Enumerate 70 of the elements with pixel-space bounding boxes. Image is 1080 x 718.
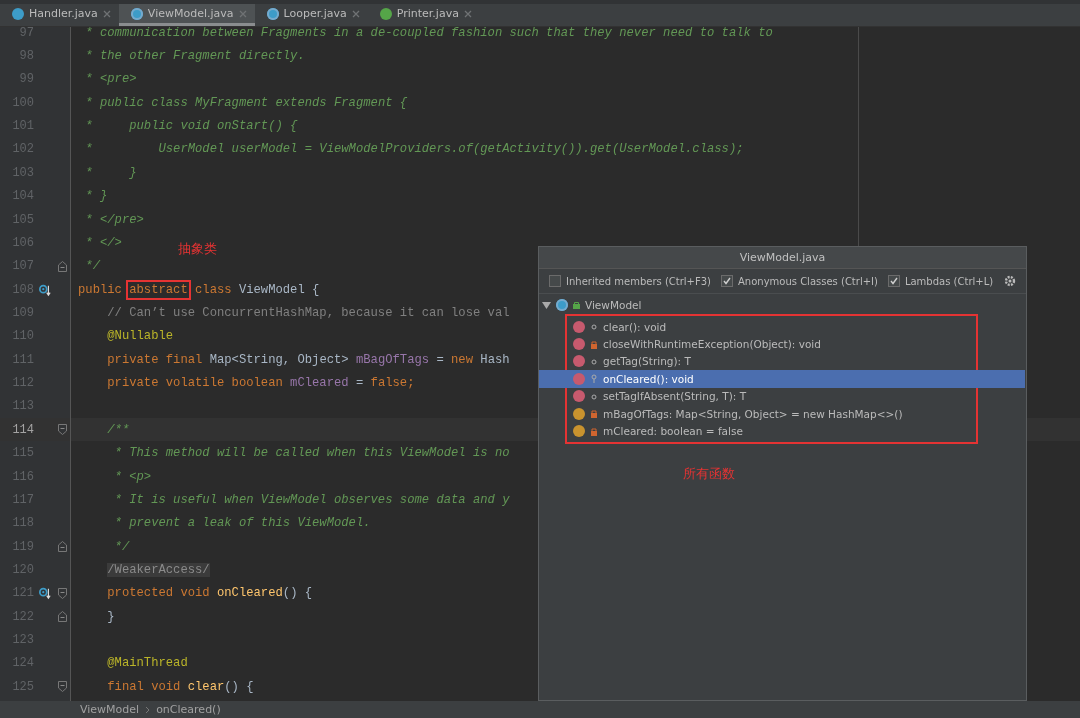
popup-title: ViewModel.java [739, 251, 826, 264]
code-line: * the other Fragment directly. [85, 49, 305, 64]
member-item[interactable]: mBagOfTags: Map<String, Object> = new HashMap<>() [539, 404, 1025, 423]
expand-icon[interactable] [542, 300, 551, 310]
class-icon [556, 299, 568, 311]
unlock-icon [573, 301, 580, 309]
code-line: // Can’t use ConcurrentHashMap, because it can lose val [107, 306, 510, 320]
member-item[interactable]: getTag(String): T [539, 352, 1025, 371]
code-line: private final Map<String, Object> mBagOfTags = new Hash [107, 352, 510, 367]
field-icon [573, 407, 585, 420]
method-icon [573, 355, 585, 368]
annotation-text: 抽象类 [178, 240, 217, 258]
close-icon [102, 9, 111, 18]
member-item[interactable]: onCleared(): void [539, 370, 1025, 388]
code-line: protected void onCleared() { [107, 586, 313, 601]
code-line: * </pre> [85, 212, 144, 227]
code-line: */ [85, 259, 100, 274]
code-line: } [107, 609, 115, 624]
checkbox[interactable] [549, 275, 561, 287]
code-line: * <p> [114, 469, 152, 484]
member-item[interactable]: mCleared: boolean = false [539, 422, 1025, 440]
code-token: ViewModel { [238, 282, 320, 297]
code-line: * } [85, 189, 108, 204]
method-icon [573, 320, 585, 333]
class-icon [266, 7, 279, 20]
method-icon [573, 390, 585, 403]
checkbox-label: Inherited members (Ctrl+F3) [566, 275, 711, 287]
code-line: * } [85, 165, 137, 180]
class-icon [12, 7, 24, 20]
line-number: 114 [11, 422, 34, 437]
code-line: * <pre> [85, 72, 137, 87]
settings-icon[interactable] [1004, 275, 1016, 287]
code-line: */ [114, 539, 130, 554]
code-line: private volatile boolean mCleared = false; [107, 376, 415, 391]
highlighted-keyword: abstract [129, 282, 188, 297]
code-line: * </> [85, 235, 122, 250]
close-icon [238, 9, 247, 18]
code-line: * This method will be called when this ViewModel is no [114, 446, 510, 461]
interface-icon [379, 7, 392, 20]
code-line: * UserModel userModel = ViewModelProviders.of(getActivity()).get(UserModel.class); [85, 142, 744, 157]
field-icon [573, 425, 585, 438]
annotation-text: 所有函数 [683, 465, 735, 483]
checkbox-label: Anonymous Classes (Ctrl+I) [738, 275, 878, 287]
chevron-icon [145, 705, 151, 714]
class-icon [130, 7, 143, 20]
checkbox-label: Lambdas (Ctrl+L) [904, 275, 994, 287]
breadcrumb-item[interactable]: ViewModel [80, 703, 140, 716]
code-line: * prevent a leak of this ViewModel. [114, 516, 371, 531]
code-line: final void clear() { [107, 679, 254, 694]
code-line: @Nullable [107, 329, 174, 344]
close-icon [463, 9, 472, 18]
code-line: * It is useful when ViewModel observes some data and y [114, 492, 510, 507]
code-token: class [195, 282, 232, 297]
checkbox[interactable] [721, 275, 733, 287]
method-icon [573, 372, 585, 385]
close-icon [351, 9, 360, 18]
code-line: @MainThread [107, 656, 188, 671]
breadcrumb-item[interactable]: onCleared() [156, 703, 221, 716]
code-line: * public class MyFragment extends Fragment { [85, 95, 408, 110]
member-item[interactable]: clear(): void [539, 318, 1025, 336]
tree-item[interactable]: ViewModel [585, 299, 642, 311]
member-item[interactable]: closeWithRuntimeException(Object): void [539, 335, 1025, 353]
code-token: public [78, 282, 122, 297]
code-line: * public void onStart() { [85, 119, 298, 134]
method-icon [573, 338, 585, 351]
file-tab[interactable]: ViewModel.java [118, 4, 255, 26]
code-line: * communication between Fragments in a de-coupled fashion such that they never need to talk to [85, 27, 773, 40]
checkbox[interactable] [887, 275, 900, 287]
member-item[interactable]: setTagIfAbsent(String, T): T [539, 387, 1025, 405]
code-line: /** [107, 422, 130, 437]
